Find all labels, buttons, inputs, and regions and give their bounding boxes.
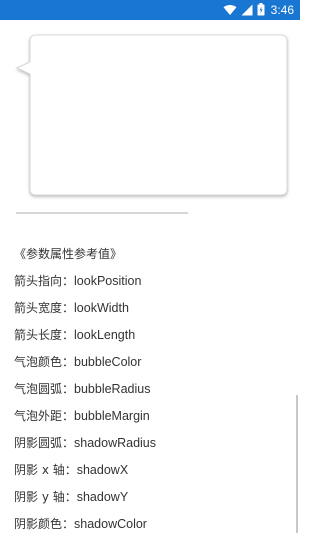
param-value: shadowY bbox=[76, 490, 129, 504]
param-key: 气泡颜色： bbox=[14, 355, 75, 369]
param-value: bubbleRadius bbox=[74, 382, 151, 396]
param-key: 气泡外距： bbox=[14, 409, 75, 423]
status-time: 3:46 bbox=[270, 3, 294, 17]
screen: 3:46 《参数属性参考值》 箭头指向：lookPosition 箭头宽度：lo… bbox=[0, 0, 300, 533]
param-list: 《参数属性参考值》 箭头指向：lookPosition 箭头宽度：lookWid… bbox=[14, 247, 284, 533]
wifi-icon bbox=[223, 1, 237, 20]
bubble-shape bbox=[16, 34, 288, 196]
param-value: shadowColor bbox=[74, 517, 147, 531]
param-key: 箭头宽度： bbox=[14, 301, 75, 315]
param-row-bubble-margin: 气泡外距：bubbleMargin bbox=[14, 409, 284, 423]
divider bbox=[16, 212, 188, 214]
param-key: 阴影颜色： bbox=[14, 517, 75, 531]
param-row-look-width: 箭头宽度：lookWidth bbox=[14, 301, 284, 315]
param-row-look-position: 箭头指向：lookPosition bbox=[14, 274, 284, 288]
param-row-shadow-x: 阴影 x 轴：shadowX bbox=[14, 463, 284, 477]
param-key: 箭头长度： bbox=[14, 328, 75, 342]
param-row-shadow-color: 阴影颜色：shadowColor bbox=[14, 517, 284, 531]
status-icons: 3:46 bbox=[223, 0, 294, 20]
param-row-bubble-color: 气泡颜色：bubbleColor bbox=[14, 355, 284, 369]
bubble-view bbox=[14, 34, 290, 198]
param-row-shadow-radius: 阴影圆弧：shadowRadius bbox=[14, 436, 284, 450]
param-key: 阴影 x 轴： bbox=[14, 463, 77, 477]
signal-icon bbox=[241, 1, 253, 20]
param-value: lookPosition bbox=[74, 274, 142, 288]
param-key: 气泡圆弧： bbox=[14, 382, 75, 396]
param-value: bubbleMargin bbox=[74, 409, 150, 423]
param-row-shadow-y: 阴影 y 轴：shadowY bbox=[14, 490, 284, 504]
param-value: lookLength bbox=[74, 328, 136, 342]
param-row-look-length: 箭头长度：lookLength bbox=[14, 328, 284, 342]
battery-icon bbox=[257, 1, 265, 20]
param-value: bubbleColor bbox=[74, 355, 142, 369]
param-value: lookWidth bbox=[74, 301, 129, 315]
params-title: 《参数属性参考值》 bbox=[14, 247, 123, 261]
scrollbar[interactable] bbox=[296, 395, 298, 533]
param-value: shadowRadius bbox=[74, 436, 157, 450]
status-bar: 3:46 bbox=[0, 0, 300, 20]
param-key: 阴影 y 轴： bbox=[14, 490, 77, 504]
param-row-bubble-radius: 气泡圆弧：bubbleRadius bbox=[14, 382, 284, 396]
param-key: 箭头指向： bbox=[14, 274, 75, 288]
param-value: shadowX bbox=[76, 463, 129, 477]
param-key: 阴影圆弧： bbox=[14, 436, 75, 450]
